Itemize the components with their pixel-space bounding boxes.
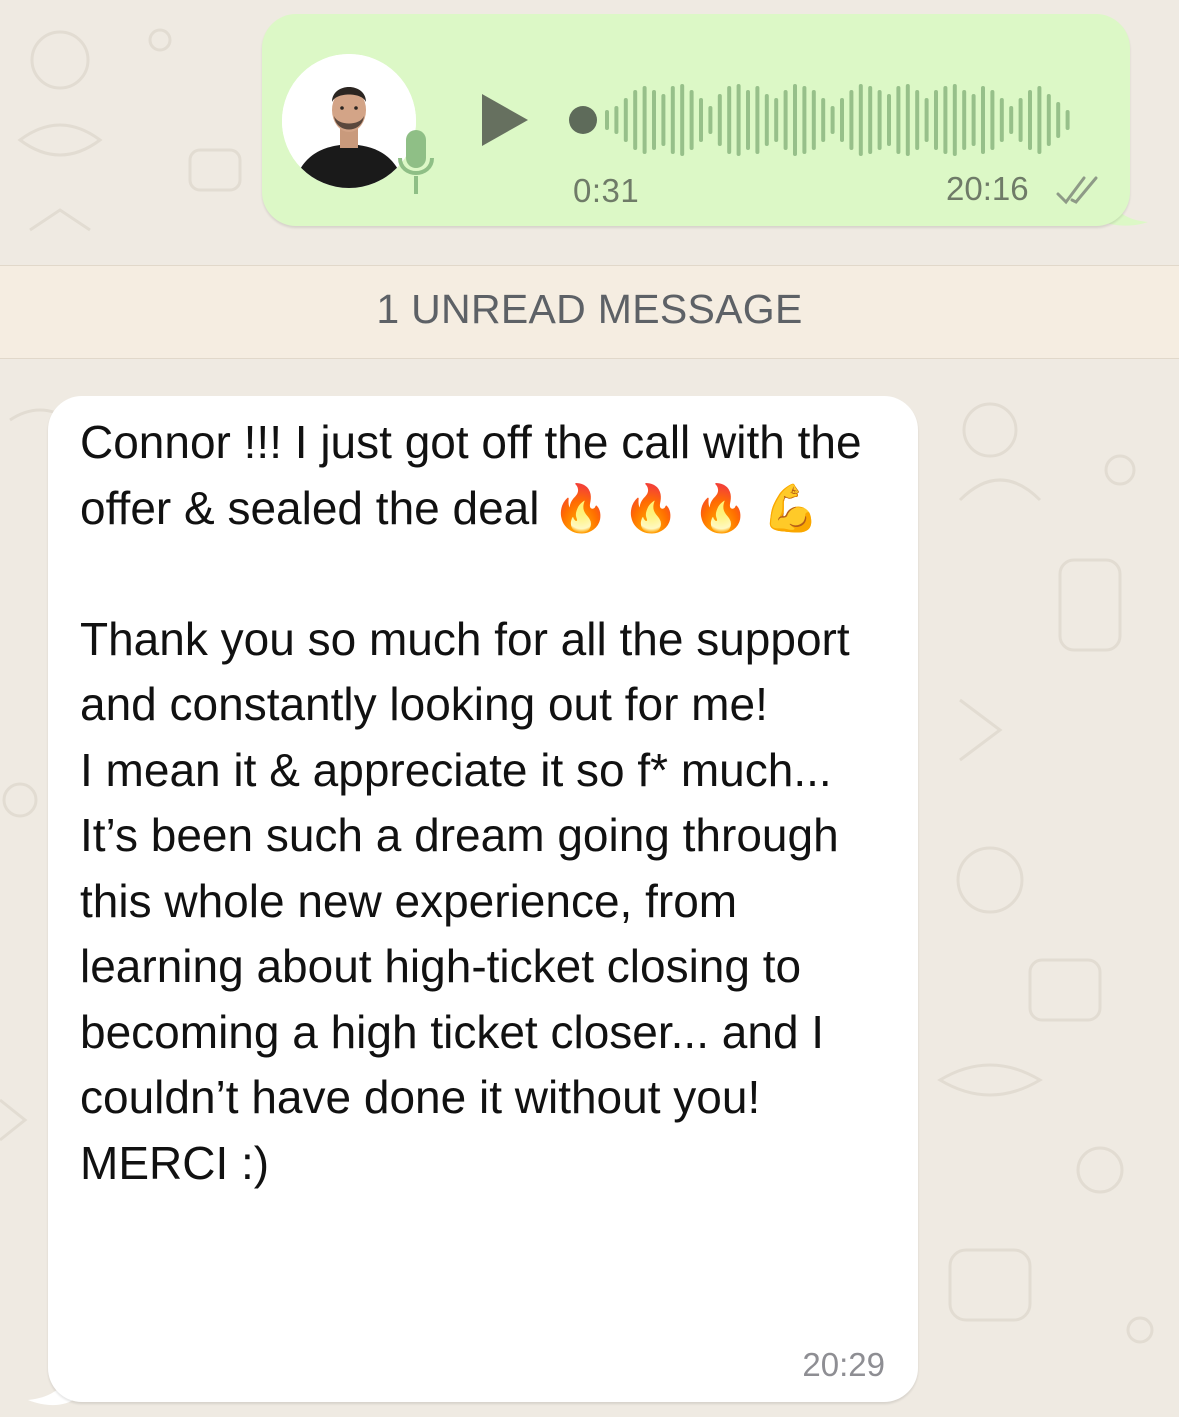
waveform-bar [840, 98, 844, 142]
voice-duration: 0:31 [573, 172, 640, 209]
waveform-bar [605, 110, 609, 130]
waveform-bar [802, 86, 807, 154]
waveform-bar [924, 98, 929, 142]
waveform-bar [905, 84, 910, 156]
waveform-bar [699, 98, 703, 142]
unread-messages-banner: 1 UNREAD MESSAGE [0, 265, 1179, 359]
waveform-bar [1037, 86, 1042, 154]
message-timestamp: 20:29 [802, 1346, 885, 1383]
waveform-bar [943, 86, 948, 154]
waveform-bar [1046, 94, 1051, 146]
waveform-bar [764, 94, 769, 146]
waveform-bar [633, 90, 638, 150]
waveform-bar [877, 90, 882, 150]
waveform-bar [1065, 110, 1070, 130]
voice-message-bubble[interactable]: 0:31 20:16 [262, 14, 1130, 226]
waveform-bar [849, 90, 854, 150]
waveform-bar [774, 98, 779, 142]
waveform-bar [952, 84, 957, 156]
waveform-bar [680, 84, 685, 156]
waveform-bar [868, 86, 873, 154]
waveform-bar [999, 98, 1004, 142]
waveform-bar [971, 94, 976, 146]
waveform-bar [642, 86, 647, 154]
message-text: Connor !!! I just got off the call with … [80, 416, 862, 1189]
waveform-bar [1056, 102, 1061, 138]
audio-waveform[interactable] [567, 80, 1092, 160]
waveform-bar [915, 90, 920, 150]
waveform-progress-dot[interactable] [569, 106, 597, 134]
waveform-bar [717, 94, 722, 146]
waveform-bar [661, 94, 666, 146]
waveform-bar [1028, 90, 1032, 150]
waveform-bar [652, 90, 656, 150]
waveform-bar [858, 84, 863, 156]
waveform-bar [990, 90, 995, 150]
waveform-bar [1018, 98, 1023, 142]
waveform-bar [887, 94, 891, 146]
waveform-bar [736, 84, 741, 156]
waveform-bar [614, 106, 619, 134]
waveform-bar [981, 86, 985, 154]
waveform-bar [727, 86, 732, 154]
waveform-bar [830, 106, 835, 134]
incoming-message-bubble[interactable]: Connor !!! I just got off the call with … [48, 396, 918, 1402]
waveform-bar [746, 90, 750, 150]
waveform-bar [793, 84, 797, 156]
microphone-icon [398, 130, 434, 194]
voice-timestamp: 20:16 [946, 170, 1029, 207]
waveform-bar [783, 90, 788, 150]
waveform-bar [962, 90, 967, 150]
waveform-bar [689, 90, 694, 150]
waveform-bar [811, 90, 816, 150]
unread-banner-text: 1 UNREAD MESSAGE [376, 286, 803, 332]
waveform-bar [755, 86, 760, 154]
waveform-bar [708, 106, 713, 134]
waveform-bar [896, 86, 901, 154]
waveform-bar [821, 98, 826, 142]
play-icon[interactable] [476, 90, 532, 150]
waveform-bar [623, 98, 628, 142]
double-check-icon [1056, 176, 1098, 205]
waveform-bar [934, 90, 938, 150]
waveform-bar [670, 86, 675, 154]
waveform-bar [1009, 106, 1014, 134]
